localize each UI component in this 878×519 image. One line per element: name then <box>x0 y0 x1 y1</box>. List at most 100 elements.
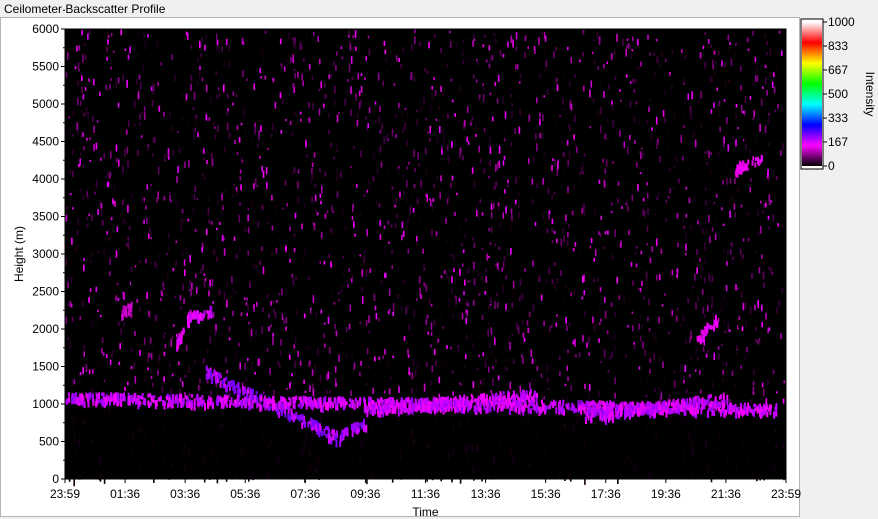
heatmap-cell <box>692 204 694 210</box>
feature-cell <box>423 398 426 402</box>
heatmap-cell <box>363 256 366 264</box>
heatmap-cell <box>73 53 76 59</box>
heatmap-cell <box>217 162 220 171</box>
feature-cell <box>668 410 671 415</box>
feature-cell <box>746 409 749 414</box>
heatmap-cell <box>432 198 435 202</box>
heatmap-cell <box>436 137 439 144</box>
heatmap-cell <box>443 260 446 265</box>
heatmap-cell <box>367 35 370 39</box>
heatmap-cell <box>699 389 702 394</box>
heatmap-cell <box>723 99 726 102</box>
heatmap-cell <box>466 37 469 41</box>
feature-cell <box>141 392 144 397</box>
feature-cell <box>722 393 725 401</box>
feature-cell <box>307 421 310 428</box>
feature-cell <box>530 400 533 407</box>
heatmap-cell <box>732 474 735 479</box>
heatmap-cell <box>614 312 616 317</box>
feature-cell <box>588 401 591 408</box>
heatmap-cell <box>451 370 454 374</box>
heatmap-cell <box>116 226 119 233</box>
feature-cell <box>351 430 354 437</box>
heatmap-cell <box>377 375 379 378</box>
heatmap-cell <box>381 448 383 455</box>
heatmap-cell <box>322 348 325 353</box>
heatmap-cell <box>771 463 773 471</box>
feature-cell <box>379 405 382 413</box>
heatmap-cell <box>637 218 639 223</box>
heatmap-cell <box>464 279 466 286</box>
heatmap-cell <box>122 165 124 174</box>
heatmap-cell <box>460 243 463 247</box>
heatmap-cell <box>216 256 218 262</box>
feature-cell <box>255 391 258 395</box>
heatmap-cell <box>761 321 763 328</box>
heatmap-cell <box>464 419 467 427</box>
feature-cell <box>288 416 291 423</box>
heatmap-cell <box>216 39 219 46</box>
heatmap-cell <box>582 52 584 57</box>
heatmap-cell <box>459 476 462 484</box>
heatmap-cell <box>379 420 382 426</box>
heatmap-cell <box>82 164 85 168</box>
feature-cell <box>747 402 750 410</box>
heatmap-cell <box>642 208 645 216</box>
heatmap-cell <box>649 236 652 240</box>
heatmap-cell <box>465 333 468 340</box>
feature-cell <box>358 402 361 407</box>
heatmap-cell <box>502 96 504 105</box>
heatmap-cell <box>123 447 125 455</box>
heatmap-cell <box>100 157 102 161</box>
heatmap-cell <box>215 33 218 41</box>
heatmap-cell <box>71 237 73 245</box>
heatmap-cell <box>260 125 262 132</box>
heatmap-cell <box>673 114 675 120</box>
heatmap-cell <box>238 214 240 223</box>
heatmap-cell <box>289 470 291 475</box>
heatmap-cell <box>312 295 315 303</box>
heatmap-cell <box>701 267 704 271</box>
heatmap-cell <box>647 34 649 40</box>
feature-cell <box>147 400 150 406</box>
heatmap-cell <box>143 112 146 120</box>
heatmap-cell <box>137 458 140 466</box>
heatmap-cell <box>482 83 484 87</box>
heatmap-cell <box>539 132 541 139</box>
heatmap-cell <box>334 99 336 107</box>
heatmap-cell <box>742 254 744 259</box>
feature-cell <box>105 397 108 403</box>
heatmap-cell <box>631 311 634 314</box>
heatmap-cell <box>655 333 657 341</box>
heatmap-cell <box>581 296 584 300</box>
heatmap-cell <box>105 354 108 359</box>
feature-cell <box>707 395 710 403</box>
heatmap-cell <box>300 446 303 452</box>
feature-cell <box>709 394 712 398</box>
heatmap-cell <box>478 354 480 357</box>
heatmap-cell <box>319 193 322 198</box>
heatmap-cell <box>651 246 654 252</box>
feature-cell <box>516 400 519 404</box>
heatmap-cell <box>74 189 76 194</box>
heatmap-cell <box>459 268 461 276</box>
heatmap-cell <box>428 298 431 304</box>
heatmap-cell <box>485 59 488 63</box>
heatmap-cell <box>359 371 361 377</box>
heatmap-cell <box>407 304 409 310</box>
heatmap-cell <box>414 168 416 173</box>
heatmap-cell <box>585 451 588 455</box>
feature-cell <box>637 407 640 415</box>
heatmap-cell <box>540 263 542 267</box>
heatmap-cell <box>490 212 493 219</box>
heatmap-cell <box>78 219 80 225</box>
feature-cell <box>473 405 476 413</box>
heatmap-cell <box>583 85 585 92</box>
heatmap-cell <box>761 254 763 259</box>
feature-cell <box>595 409 598 414</box>
heatmap-cell <box>121 341 124 344</box>
heatmap-cell <box>435 231 438 237</box>
feature-cell <box>191 394 193 398</box>
heatmap-cell <box>620 99 622 102</box>
heatmap-cell <box>204 177 206 180</box>
